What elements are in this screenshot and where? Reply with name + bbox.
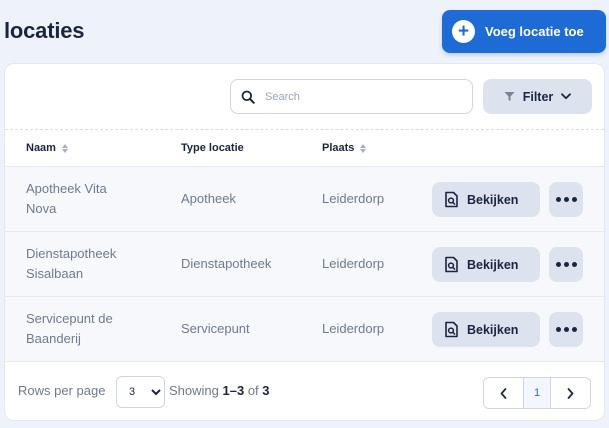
column-label: Naam [26, 142, 56, 154]
cell-type: Servicepunt [181, 321, 250, 336]
view-label: Bekijken [467, 192, 519, 207]
showing-summary: Showing 1–3 of 3 [169, 383, 270, 398]
cell-type: Dienstapotheek [181, 256, 272, 271]
naam-line: Apotheek Vita [26, 181, 107, 196]
naam-line: Sisalbaan [26, 266, 84, 281]
naam-line: Dienstapotheek [26, 246, 117, 261]
view-button[interactable]: Bekijken [432, 182, 540, 217]
chevron-left-icon [500, 387, 507, 399]
filter-button[interactable]: Filter [483, 79, 592, 114]
column-header-naam[interactable]: Naam [26, 142, 68, 154]
add-location-label: Voeg locatie toe [485, 24, 584, 39]
more-dots-icon [555, 262, 577, 267]
table-row: Dienstapotheek Sisalbaan Dienstapotheek L… [5, 231, 604, 296]
view-label: Bekijken [467, 257, 519, 272]
table-footer: Rows per page 3 Showing 1–3 of 3 1 [5, 361, 604, 420]
rows-per-page-label: Rows per page [18, 383, 106, 398]
more-options-button[interactable] [549, 182, 583, 217]
cell-naam: Servicepunt de Baanderij [26, 297, 113, 361]
document-search-icon [445, 191, 458, 208]
table-header: Naam Type locatie Plaats [5, 130, 604, 166]
more-options-button[interactable] [549, 247, 583, 282]
naam-line: Nova [26, 201, 57, 216]
filter-label: Filter [522, 89, 554, 104]
naam-line: Servicepunt de [26, 311, 113, 326]
filter-icon [504, 92, 515, 101]
showing-prefix: Showing [169, 383, 219, 398]
next-page-button[interactable] [551, 378, 590, 408]
table-row: Apotheek Vita Nova Apotheek Leiderdorp Be… [5, 166, 604, 231]
cell-plaats: Leiderdorp [322, 256, 385, 271]
search-input[interactable] [265, 90, 455, 103]
column-header-type: Type locatie [181, 142, 244, 154]
naam-line: Baanderij [26, 331, 81, 346]
cell-plaats: Leiderdorp [322, 191, 385, 206]
page-title: locaties [4, 18, 85, 43]
column-label: Plaats [322, 142, 355, 154]
plus-circle-icon: + [452, 20, 475, 43]
more-options-button[interactable] [549, 312, 583, 347]
showing-of: of [247, 383, 259, 398]
column-label: Type locatie [181, 142, 244, 154]
cell-plaats: Leiderdorp [322, 321, 385, 336]
add-location-button[interactable]: + Voeg locatie toe [442, 10, 606, 53]
chevron-down-icon [561, 93, 572, 100]
document-search-icon [445, 321, 458, 338]
locations-card: Filter Naam Type locatie Plaats Apotheek… [4, 63, 605, 421]
sort-icon [360, 143, 367, 153]
page-button-current[interactable]: 1 [523, 378, 551, 408]
pagination: 1 [483, 377, 591, 409]
more-dots-icon [555, 327, 577, 332]
showing-total: 3 [262, 383, 270, 398]
view-button[interactable]: Bekijken [432, 247, 540, 282]
column-header-plaats[interactable]: Plaats [322, 142, 367, 154]
cell-naam: Dienstapotheek Sisalbaan [26, 232, 116, 296]
cell-naam: Apotheek Vita Nova [26, 167, 107, 231]
search-box[interactable] [230, 79, 473, 114]
chevron-right-icon [567, 387, 574, 399]
table-row: Servicepunt de Baanderij Servicepunt Leid… [5, 296, 604, 361]
search-icon [241, 90, 255, 104]
cell-type: Apotheek [181, 191, 236, 206]
view-label: Bekijken [467, 322, 519, 337]
document-search-icon [445, 256, 458, 273]
toolbar: Filter [5, 64, 604, 130]
view-button[interactable]: Bekijken [432, 312, 540, 347]
prev-page-button[interactable] [484, 378, 523, 408]
showing-range: 1–3 [222, 383, 245, 398]
more-dots-icon [555, 197, 577, 202]
sort-icon [61, 143, 68, 153]
rows-per-page-select[interactable]: 3 [116, 376, 165, 408]
